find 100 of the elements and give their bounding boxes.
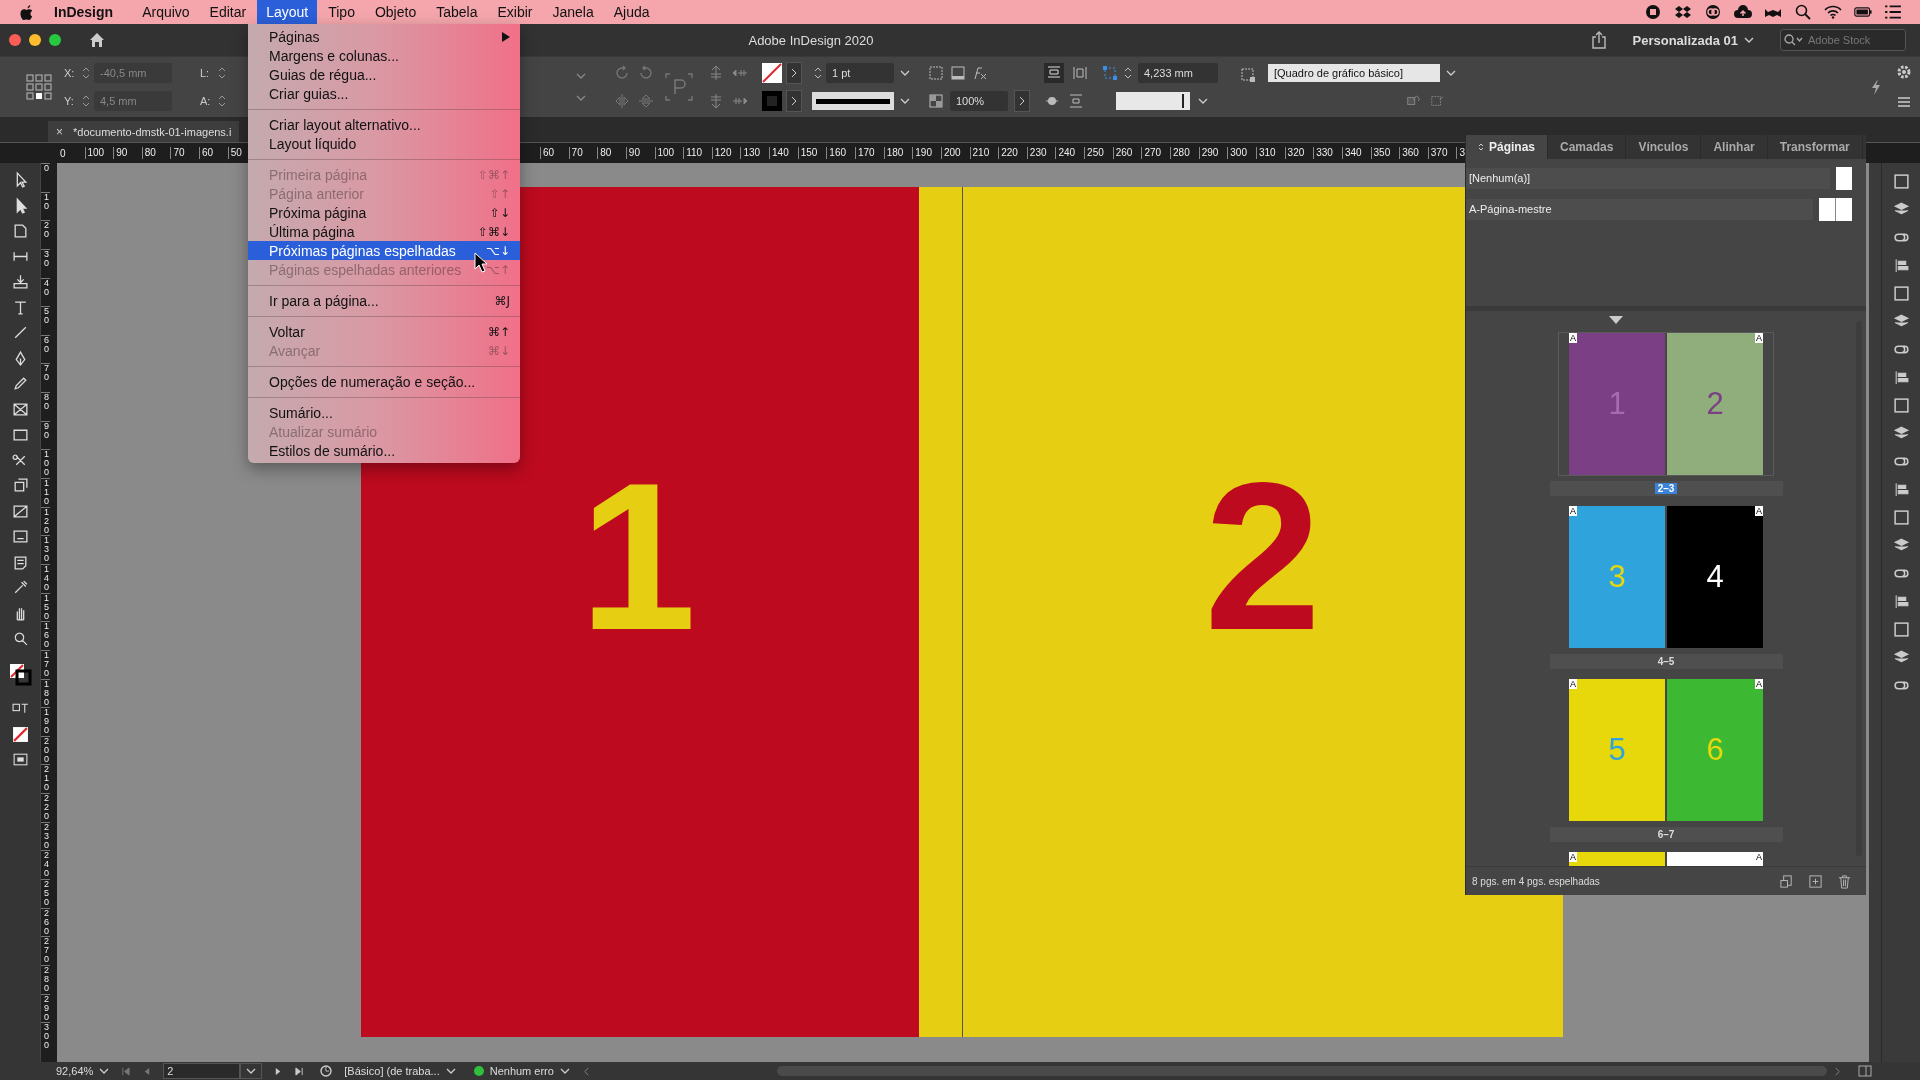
swatch-arrow-button[interactable] bbox=[786, 62, 802, 84]
panel-tab[interactable]: Transformar bbox=[1767, 135, 1863, 159]
panel-tab[interactable]: Alinhar bbox=[1701, 135, 1768, 159]
page-dropdown-button[interactable] bbox=[240, 1063, 263, 1079]
page-thumbnail[interactable]: A 6 bbox=[1667, 679, 1763, 821]
spread-label[interactable]: 4–5 bbox=[1654, 656, 1678, 667]
vertical-scrollbar[interactable] bbox=[1869, 163, 1881, 1062]
fill-none-swatch[interactable] bbox=[762, 63, 782, 83]
opacity-arrow-button[interactable] bbox=[1014, 90, 1030, 112]
menu-icon[interactable] bbox=[1896, 94, 1912, 110]
stroke-type-dropdown[interactable] bbox=[812, 92, 894, 110]
spinner-icon[interactable] bbox=[218, 94, 226, 108]
menu-item[interactable]: Guias de régua... bbox=[248, 65, 520, 84]
menu-item[interactable]: Última página ⇧⌘↓ bbox=[248, 222, 520, 241]
panel-tab[interactable]: Vínculos bbox=[1626, 135, 1702, 159]
swatch-arrow-button[interactable] bbox=[786, 90, 802, 112]
apple-icon[interactable] bbox=[20, 3, 35, 21]
stroke-weight-field[interactable]: 1 pt bbox=[826, 63, 894, 83]
pages-icon[interactable] bbox=[1892, 173, 1910, 190]
open-document-icon[interactable] bbox=[320, 1065, 335, 1077]
search-icon[interactable] bbox=[1794, 4, 1812, 20]
menu-item[interactable]: Opções de numeração e seção... bbox=[248, 372, 520, 391]
battery-icon[interactable] bbox=[1854, 4, 1872, 20]
menu-bar-item[interactable]: Layout bbox=[257, 0, 318, 24]
close-button[interactable] bbox=[9, 34, 21, 46]
last-page-icon[interactable] bbox=[295, 1066, 305, 1076]
menu-item[interactable]: Voltar ⌘↑ bbox=[248, 322, 520, 341]
home-icon[interactable] bbox=[89, 32, 105, 48]
clear-overrides-icon[interactable] bbox=[1406, 94, 1420, 108]
menu-item[interactable]: Sumário... bbox=[248, 403, 520, 422]
dropbox-icon[interactable] bbox=[1674, 4, 1692, 20]
chevron-right-icon[interactable] bbox=[1832, 1066, 1842, 1076]
previous-page-icon[interactable] bbox=[142, 1066, 152, 1076]
menu-item[interactable]: Ir para a página... ⌘J bbox=[248, 291, 520, 310]
page-thumbnail[interactable]: A bbox=[1569, 852, 1665, 866]
first-page-icon[interactable] bbox=[121, 1066, 131, 1076]
chevron-down-icon[interactable] bbox=[445, 1068, 456, 1074]
object-style-dropdown[interactable]: [Quadro de gráfico básico] bbox=[1268, 64, 1440, 82]
page-number-field[interactable]: 2 bbox=[163, 1063, 241, 1079]
menu-bar-item[interactable]: Tipo bbox=[319, 0, 364, 24]
menu-bar-item[interactable]: Ajuda bbox=[604, 0, 659, 24]
lightning-icon[interactable] bbox=[1870, 78, 1882, 96]
search-field[interactable]: Adobe Stock bbox=[1780, 29, 1906, 51]
fit-frame-icon[interactable] bbox=[928, 65, 944, 81]
align-bottom-icon[interactable] bbox=[1068, 93, 1084, 109]
wifi-icon[interactable] bbox=[1824, 4, 1842, 20]
reference-point-icon[interactable] bbox=[26, 74, 52, 100]
chevron-left-icon[interactable] bbox=[581, 1066, 591, 1076]
chevron-down-icon[interactable] bbox=[559, 1068, 570, 1074]
menu-item[interactable]: Páginas bbox=[248, 27, 520, 46]
master-page-item[interactable]: A-Página-mestre bbox=[1466, 199, 1813, 220]
chevron-down-icon[interactable] bbox=[900, 70, 910, 76]
menu-bar-item[interactable]: Tabela bbox=[427, 0, 487, 24]
opacity-icon[interactable] bbox=[928, 93, 944, 109]
menu-item[interactable]: Próximas páginas espelhadas ⌥↓ bbox=[248, 241, 520, 260]
zoom-button[interactable] bbox=[49, 34, 61, 46]
preflight-profile[interactable]: [Básico] (de traba... bbox=[344, 1065, 440, 1077]
page-thumbnail[interactable] bbox=[1836, 167, 1852, 190]
screen-mode-icon[interactable] bbox=[11, 751, 29, 768]
page-thumbnail[interactable]: A 5 bbox=[1569, 679, 1665, 821]
corner-icon[interactable] bbox=[1102, 65, 1118, 81]
chevron-down-icon[interactable] bbox=[1198, 98, 1208, 104]
minimize-button[interactable] bbox=[29, 34, 41, 46]
page-thumbnail[interactable]: A 4 bbox=[1667, 506, 1763, 648]
cloud-upload-icon[interactable] bbox=[1734, 4, 1752, 20]
spread-label[interactable]: 2–3 bbox=[1654, 483, 1678, 494]
document-tab[interactable]: × *documento-dmstk-01-imagens.i bbox=[48, 121, 240, 142]
menu-bar-item[interactable]: Objeto bbox=[365, 0, 426, 24]
page-thumbnail[interactable]: A 3 bbox=[1569, 506, 1665, 648]
spread-thumbnail[interactable] bbox=[1819, 198, 1852, 221]
align-top-icon[interactable] bbox=[1044, 63, 1064, 83]
spinner-icon[interactable] bbox=[82, 94, 90, 108]
menu-item[interactable]: Criar layout alternativo... bbox=[248, 115, 520, 134]
distribute-icon[interactable] bbox=[708, 93, 724, 109]
master-page-item[interactable]: [Nenhum(a)] bbox=[1466, 168, 1830, 189]
menu-bar-item[interactable]: Janela bbox=[543, 0, 603, 24]
menu-item[interactable]: Estilos de sumário... bbox=[248, 441, 520, 460]
spinner-icon[interactable] bbox=[82, 66, 90, 80]
menu-bar-item[interactable]: Arquivo bbox=[133, 0, 199, 24]
corner-preview-field[interactable] bbox=[1116, 92, 1190, 110]
menu-item[interactable]: Criar guias... bbox=[248, 84, 520, 103]
spinner-icon[interactable] bbox=[1124, 66, 1132, 80]
workspace-switcher[interactable]: Personalizada 01 bbox=[1632, 32, 1738, 48]
menu-item[interactable]: Próxima página ⇧↓ bbox=[248, 203, 520, 222]
page-size-icon[interactable] bbox=[1779, 873, 1794, 889]
pencil-icon[interactable] bbox=[11, 375, 29, 392]
distribute-icon[interactable] bbox=[708, 65, 724, 81]
close-tab-button[interactable]: × bbox=[56, 124, 63, 139]
new-page-icon[interactable] bbox=[1808, 873, 1823, 889]
chevron-down-icon[interactable] bbox=[900, 98, 910, 104]
panel-tab[interactable]: Páginas bbox=[1466, 135, 1549, 159]
menu-bar-item[interactable]: Exibir bbox=[488, 0, 542, 24]
share-icon[interactable] bbox=[1590, 31, 1607, 49]
settings-icon[interactable] bbox=[1896, 64, 1912, 80]
offset-field[interactable]: 4,233 mm bbox=[1138, 63, 1218, 83]
gradient-feather-icon[interactable] bbox=[11, 528, 29, 545]
align-center-icon[interactable] bbox=[1072, 65, 1088, 81]
menu-bar-item[interactable]: Editar bbox=[200, 0, 256, 24]
page-thumbnail[interactable]: A 2 bbox=[1667, 333, 1763, 475]
opacity-field[interactable]: 100% bbox=[950, 91, 1008, 111]
